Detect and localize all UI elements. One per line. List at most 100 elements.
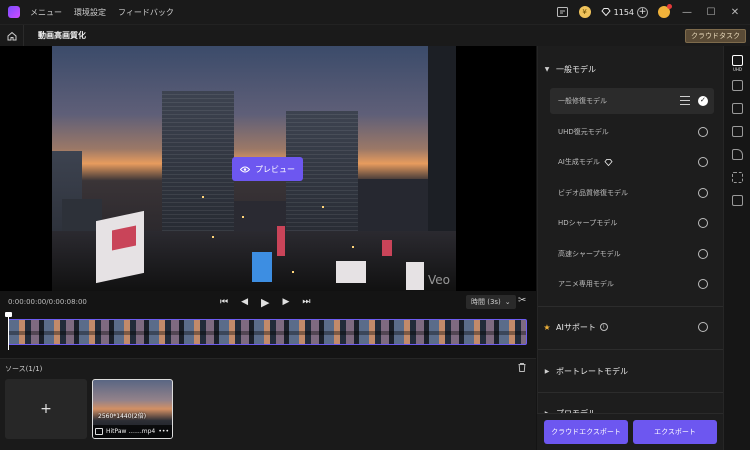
source-label: ソース(1/1) bbox=[5, 365, 43, 373]
step-back-icon[interactable]: ◀ bbox=[241, 297, 248, 307]
titlebar-right: ¥ 1154 + — ☐ ✕ bbox=[557, 0, 742, 24]
portrait-models-header[interactable]: ▶ ポートレートモデル bbox=[538, 360, 723, 382]
add-credits-icon[interactable]: + bbox=[637, 6, 648, 18]
menu-item-menu[interactable]: メニュー bbox=[30, 7, 62, 18]
billboard bbox=[406, 262, 424, 290]
credit-balance[interactable]: 1154 + bbox=[600, 6, 648, 18]
grid-icon[interactable] bbox=[732, 103, 743, 114]
light bbox=[322, 206, 324, 208]
light bbox=[292, 271, 294, 273]
menu-item-preferences[interactable]: 環境設定 bbox=[74, 7, 106, 18]
preview-button-label: プレビュー bbox=[255, 164, 295, 174]
model-label: 高速シャープモデル bbox=[558, 250, 621, 258]
billboard bbox=[277, 226, 285, 256]
diamond-icon bbox=[604, 158, 613, 166]
divider bbox=[538, 349, 723, 350]
timecode: 0:00:00:00/0:00:08:00 bbox=[8, 298, 87, 306]
tool-sidebar: UHD bbox=[723, 46, 750, 450]
close-button[interactable]: ✕ bbox=[728, 7, 742, 18]
general-models-heading: 一般モデル bbox=[556, 64, 596, 74]
playback-controls: 0:00:00:00/0:00:08:00 ⏮ ◀ ▶ ▶ ⏭ 時間 (3s) … bbox=[0, 291, 536, 313]
radio-selected[interactable] bbox=[698, 96, 708, 106]
eraser-icon[interactable] bbox=[732, 149, 743, 160]
model-label: ビデオ品質修復モデル bbox=[558, 189, 628, 197]
skip-end-icon[interactable]: ⏭ bbox=[302, 297, 310, 307]
coin-icon[interactable]: ¥ bbox=[578, 6, 591, 18]
export-button[interactable]: エクスポート bbox=[633, 420, 717, 444]
avatar[interactable] bbox=[658, 4, 672, 18]
light bbox=[202, 196, 204, 198]
watermark: Veo bbox=[427, 273, 450, 287]
star-icon: ★ bbox=[543, 322, 551, 332]
billboard bbox=[336, 261, 366, 283]
select-icon[interactable] bbox=[732, 172, 743, 183]
radio[interactable] bbox=[698, 322, 708, 332]
ai-support-row[interactable]: ★ AIサポート i bbox=[538, 316, 723, 338]
portrait-models-label: ポートレートモデル bbox=[556, 366, 628, 376]
light bbox=[242, 216, 244, 218]
radio[interactable] bbox=[698, 249, 708, 259]
skip-start-icon[interactable]: ⏮ bbox=[220, 297, 228, 307]
scissors-icon[interactable]: ✂ bbox=[518, 295, 526, 306]
ai-support-label: AIサポート bbox=[556, 322, 596, 332]
caret-down-icon: ▼ bbox=[544, 65, 550, 73]
preview-area: Veo プレビュー bbox=[0, 46, 536, 291]
transport-controls: ⏮ ◀ ▶ ▶ ⏭ bbox=[220, 291, 311, 313]
title-bar: メニュー 環境設定 フィードバック ¥ 1154 + — ☐ ✕ bbox=[0, 0, 750, 24]
more-icon[interactable]: ••• bbox=[158, 428, 169, 435]
divider bbox=[538, 392, 723, 393]
play-icon[interactable]: ▶ bbox=[261, 296, 269, 309]
divider bbox=[538, 306, 723, 307]
billboard bbox=[382, 240, 392, 256]
home-icon[interactable] bbox=[0, 24, 24, 47]
video-enhance-icon[interactable] bbox=[732, 55, 743, 66]
edit-icon[interactable] bbox=[732, 126, 743, 137]
timeline-strip[interactable] bbox=[8, 319, 527, 345]
source-filename: HitPaw .......mp4 bbox=[106, 428, 156, 435]
general-models-header[interactable]: ▼ 一般モデル bbox=[538, 58, 723, 80]
frame-icon[interactable] bbox=[732, 195, 743, 206]
model-uhd-restore[interactable]: UHD復元モデル bbox=[550, 119, 714, 145]
sub-header: 動画高画質化 クラウドタスク bbox=[0, 24, 750, 47]
minimize-button[interactable]: — bbox=[680, 7, 694, 18]
credit-count: 1154 bbox=[613, 7, 634, 17]
model-ai-generated[interactable]: AI生成モデル bbox=[550, 149, 714, 175]
menu-item-feedback[interactable]: フィードバック bbox=[118, 7, 174, 18]
cloud-task-button[interactable]: クラウドタスク bbox=[685, 29, 746, 43]
trash-icon[interactable] bbox=[518, 363, 526, 375]
model-hd-sharp[interactable]: HDシャープモデル bbox=[550, 210, 714, 236]
source-file-bar: HitPaw .......mp4 ••• bbox=[93, 425, 172, 438]
model-fast-sharp[interactable]: 高速シャープモデル bbox=[550, 241, 714, 267]
step-forward-icon[interactable]: ▶ bbox=[283, 297, 290, 307]
video-enhance-label: UHD bbox=[732, 67, 742, 72]
add-source-button[interactable]: + bbox=[5, 379, 87, 439]
cloud-export-button[interactable]: クラウドエクスポート bbox=[544, 420, 628, 444]
info-icon[interactable]: i bbox=[599, 323, 608, 331]
model-video-quality-repair[interactable]: ビデオ品質修復モデル bbox=[550, 180, 714, 206]
radio[interactable] bbox=[698, 157, 708, 167]
export-footer: クラウドエクスポート エクスポート bbox=[537, 413, 723, 450]
radio[interactable] bbox=[698, 127, 708, 137]
eye-icon bbox=[240, 166, 250, 172]
model-label: HDシャープモデル bbox=[558, 219, 618, 227]
playhead[interactable] bbox=[5, 312, 12, 350]
maximize-button[interactable]: ☐ bbox=[704, 7, 718, 18]
light bbox=[352, 246, 354, 248]
trend-icon[interactable] bbox=[732, 80, 743, 91]
model-anime[interactable]: アニメ専用モデル bbox=[550, 271, 714, 297]
model-general-repair[interactable]: 一般修復モデル bbox=[550, 88, 714, 114]
film-icon bbox=[95, 428, 103, 435]
mail-icon[interactable] bbox=[557, 6, 569, 18]
billboard bbox=[252, 252, 272, 282]
model-label: AI生成モデル bbox=[558, 158, 600, 166]
model-panel: ▼ 一般モデル 一般修復モデル UHD復元モデル AI生成モデル ビデオ品質修復… bbox=[537, 46, 723, 450]
diamond-icon bbox=[600, 8, 611, 16]
sliders-icon[interactable] bbox=[680, 96, 690, 106]
app-logo bbox=[8, 6, 20, 18]
preview-button[interactable]: プレビュー bbox=[232, 157, 303, 181]
radio[interactable] bbox=[698, 188, 708, 198]
source-thumbnail[interactable]: 2560*1440(2倍) HitPaw .......mp4 ••• bbox=[92, 379, 173, 439]
duration-select[interactable]: 時間 (3s) ⌄ bbox=[466, 295, 516, 309]
radio[interactable] bbox=[698, 218, 708, 228]
radio[interactable] bbox=[698, 279, 708, 289]
